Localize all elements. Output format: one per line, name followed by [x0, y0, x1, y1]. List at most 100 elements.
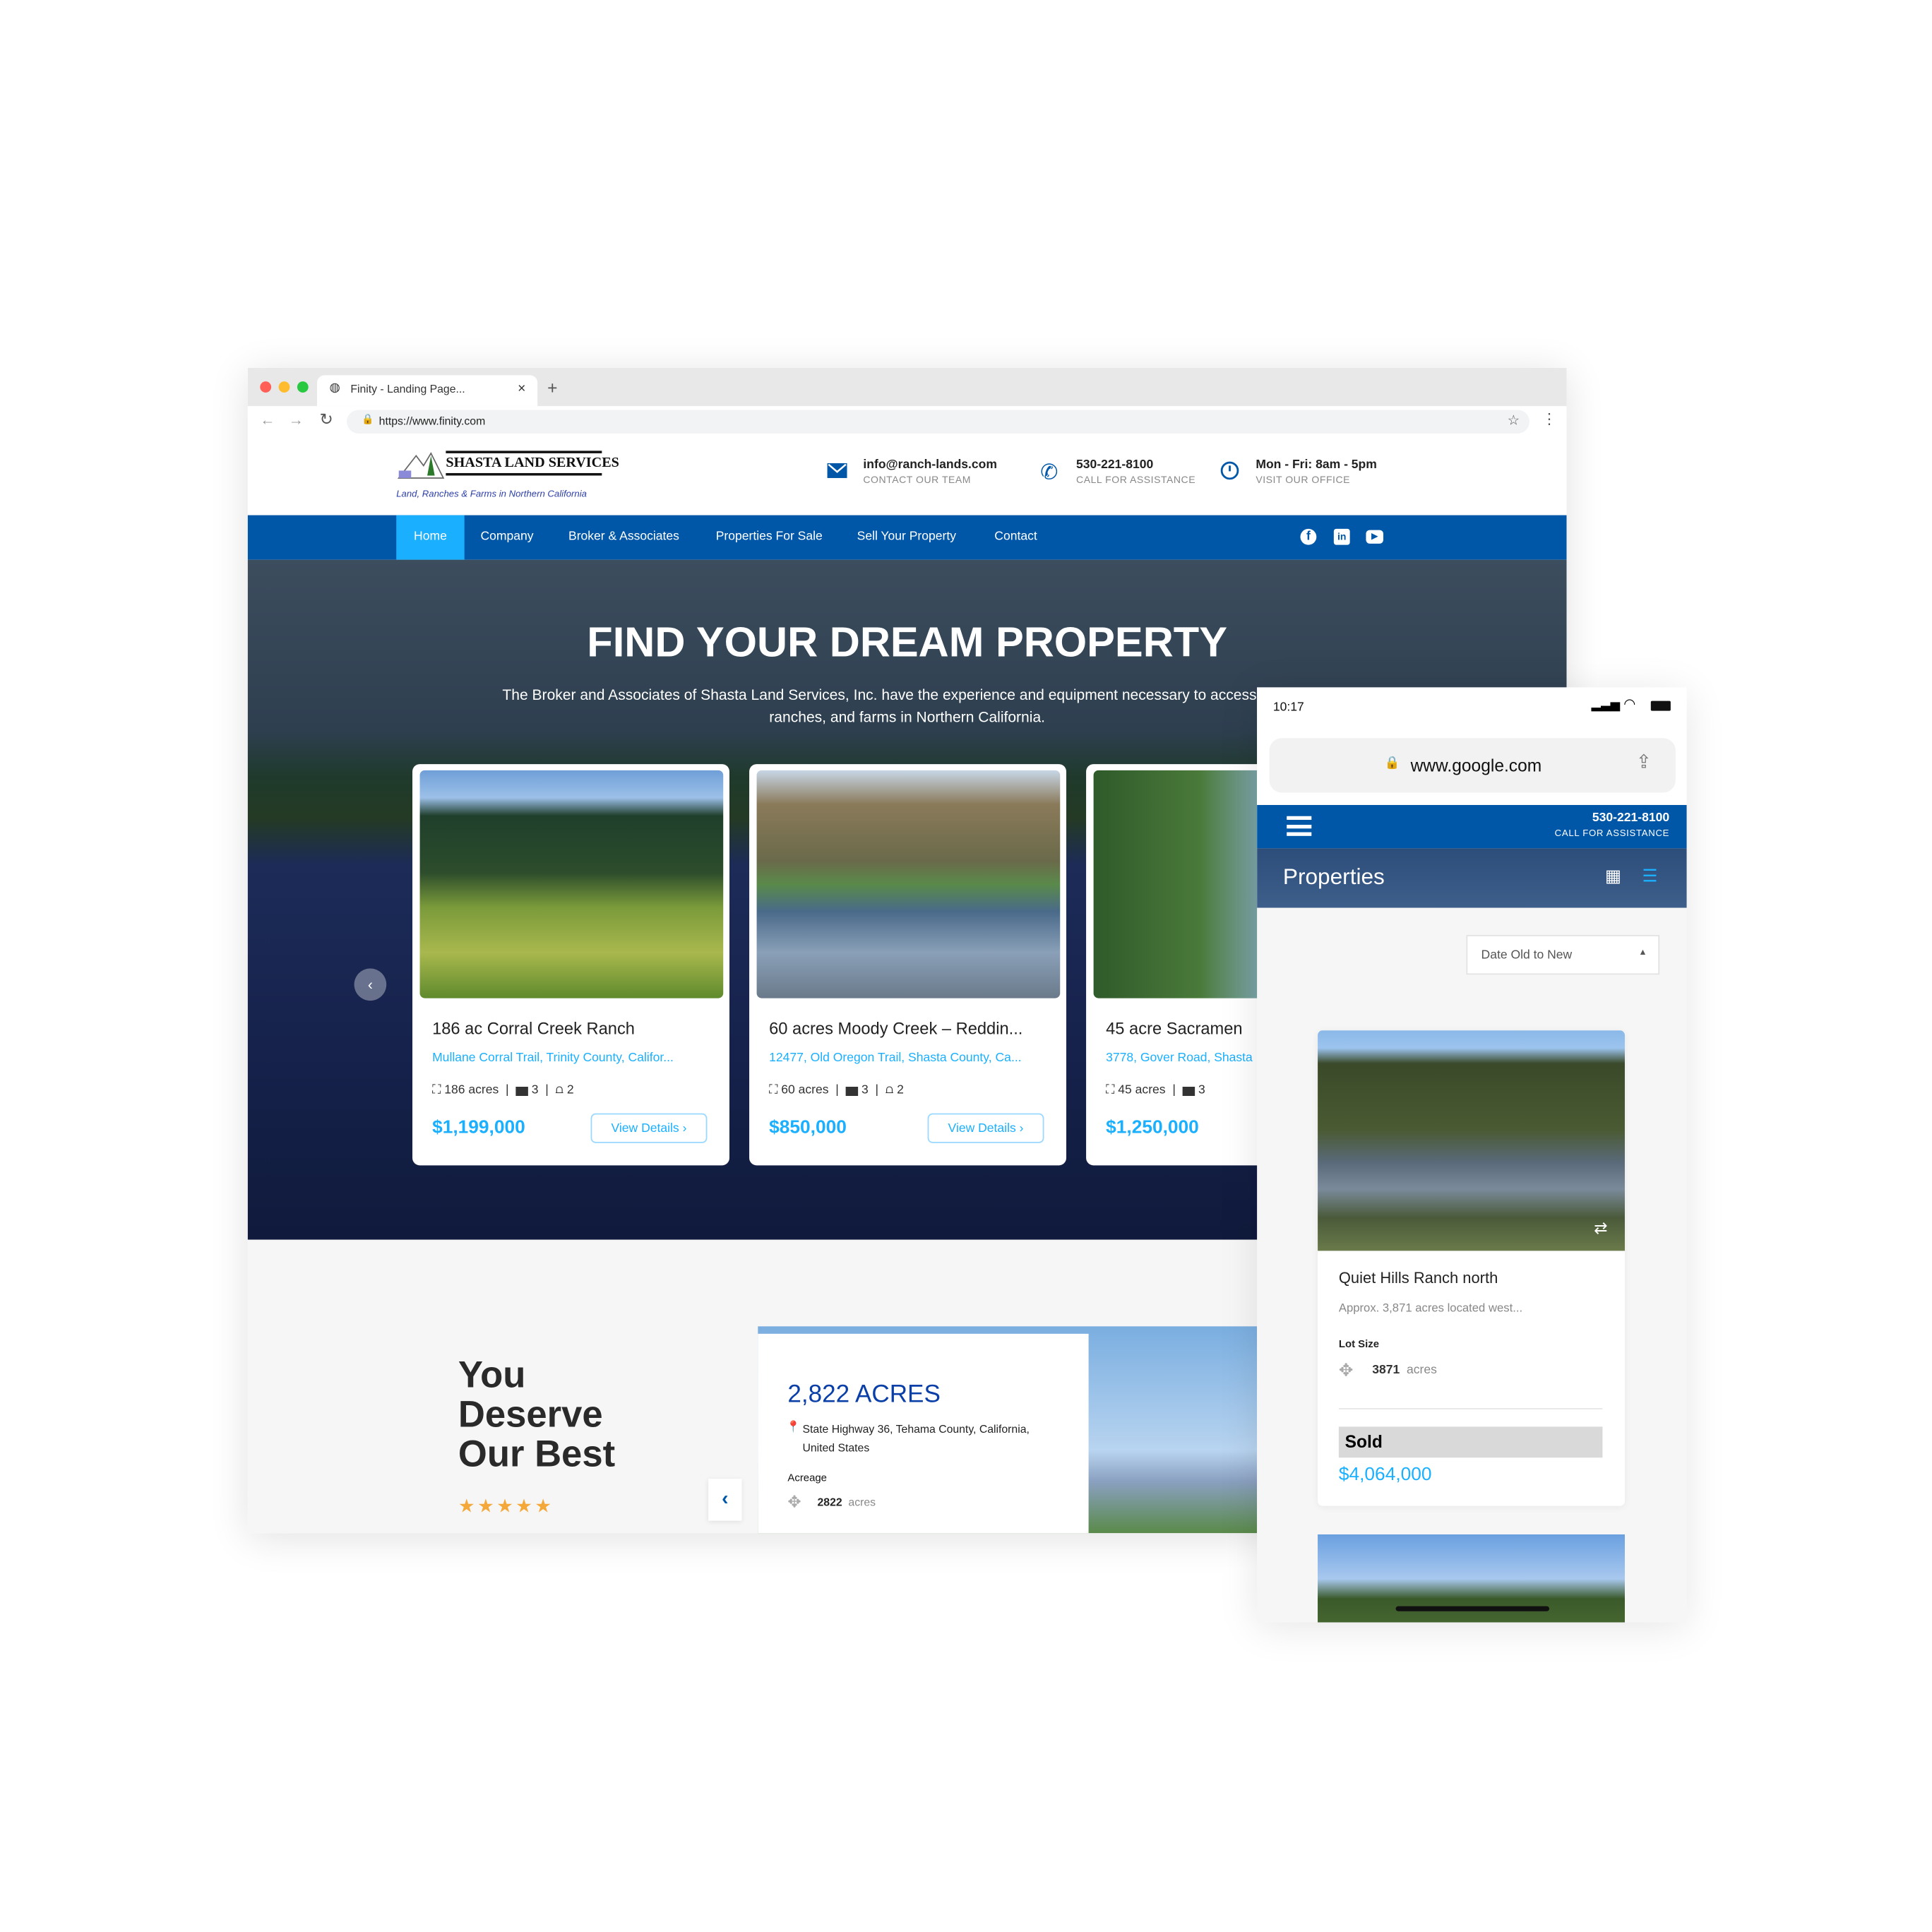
forward-icon[interactable]: →	[289, 411, 304, 429]
property-card[interactable]: 186 ac Corral Creek Ranch Mullane Corral…	[412, 764, 729, 1166]
site-logo[interactable]: SHASTA LAND SERVICES Land, Ranches & Far…	[396, 448, 619, 508]
bed-icon: ▆	[1182, 1083, 1195, 1097]
bed-icon: ▆	[845, 1083, 859, 1097]
lock-icon: 🔒	[362, 413, 374, 425]
property-address: 3778, Gover Road, Shasta	[1106, 1051, 1253, 1066]
tab-bar: ◍ Finity - Landing Page... × +	[247, 367, 1567, 407]
property-address: Mullane Corral Trail, Trinity County, Ca…	[432, 1051, 674, 1066]
grid-view-icon[interactable]: ▦	[1605, 866, 1621, 887]
nav-home[interactable]: Home	[396, 515, 465, 560]
contact-phone[interactable]: ✆ 530-221-8100 CALL FOR ASSISTANCE	[1040, 458, 1195, 486]
sort-dropdown[interactable]: Date Old to New ▲	[1466, 935, 1660, 975]
phone-icon: ✆	[1040, 460, 1059, 484]
hours-value: Mon - Fri: 8am - 5pm	[1256, 458, 1377, 472]
nav-contact[interactable]: Contact	[994, 515, 1037, 560]
acres: 186 acres	[444, 1083, 499, 1097]
sort-value: Date Old to New	[1481, 948, 1573, 962]
heading-line: Our Best	[458, 1433, 616, 1475]
property-photo	[756, 770, 1061, 998]
nav-company[interactable]: Company	[480, 515, 533, 560]
minimize-window-button[interactable]	[278, 381, 290, 393]
hero-subtitle: The Broker and Associates of Shasta Land…	[502, 686, 1312, 726]
acreage-value: 2822	[817, 1496, 842, 1509]
contact-hours: Mon - Fri: 8am - 5pm VISIT OUR OFFICE	[1220, 458, 1377, 486]
compare-arrows-icon[interactable]: ⇄	[1594, 1219, 1607, 1239]
close-tab-icon[interactable]: ×	[518, 381, 525, 396]
contact-email[interactable]: info@ranch-lands.com CONTACT OUR TEAM	[827, 458, 997, 486]
globe-icon: ◍	[329, 381, 340, 395]
property-photo: ⇄	[1318, 1030, 1625, 1251]
mobile-phone-label: CALL FOR ASSISTANCE	[1554, 827, 1670, 839]
youtube-icon[interactable]: ▶	[1366, 530, 1383, 544]
beds: 3	[1198, 1083, 1205, 1097]
new-tab-button[interactable]: +	[547, 378, 557, 398]
baths: 2	[897, 1083, 904, 1097]
view-details-button[interactable]: View Details ›	[927, 1113, 1044, 1143]
signal-icon: ▂▃▅	[1591, 698, 1621, 712]
back-icon[interactable]: ←	[260, 411, 275, 429]
move-arrows-icon: ✥	[1338, 1359, 1354, 1380]
beds: 3	[861, 1083, 869, 1097]
mobile-phone-contact[interactable]: 530-221-8100 CALL FOR ASSISTANCE	[1555, 811, 1669, 839]
properties-header: Properties ▦ ☰	[1257, 848, 1687, 908]
section-heading: You Deserve Our Best	[458, 1356, 615, 1474]
envelope-icon	[827, 463, 847, 478]
rating-stars: ★★★★★	[458, 1496, 554, 1517]
featured-address: State Highway 36, Tehama County, Califor…	[802, 1423, 1030, 1454]
property-title[interactable]: 186 ac Corral Creek Ranch	[432, 1019, 635, 1037]
email-label: CONTACT OUR TEAM	[863, 474, 972, 486]
carousel-prev-button[interactable]: ‹	[354, 968, 387, 1001]
property-meta: ⛶ 60 acres | ▆ 3 | ⩍ 2	[769, 1083, 904, 1097]
property-title[interactable]: 45 acre Sacramen	[1106, 1019, 1242, 1037]
list-view-icon[interactable]: ☰	[1642, 866, 1658, 887]
logo-name: SHASTA LAND SERVICES	[446, 451, 619, 476]
property-title[interactable]: Quiet Hills Ranch north	[1339, 1270, 1498, 1287]
lot-size-unit: acres	[1406, 1363, 1437, 1378]
acres: 45 acres	[1118, 1083, 1166, 1097]
home-indicator	[1395, 1606, 1550, 1611]
site-header: SHASTA LAND SERVICES Land, Ranches & Far…	[247, 438, 1567, 515]
star-bookmark-icon[interactable]: ☆	[1508, 412, 1520, 429]
nav-sell-your-property[interactable]: Sell Your Property	[857, 515, 956, 560]
featured-property-card[interactable]: 2,822 ACRES 📍 State Highway 36, Tehama C…	[758, 1333, 1089, 1534]
featured-title: 2,822 ACRES	[787, 1381, 941, 1409]
property-price: $1,250,000	[1106, 1116, 1199, 1138]
nav-broker-associates[interactable]: Broker & Associates	[568, 515, 679, 560]
mobile-url-field[interactable]: 🔒 www.google.com ⇪	[1269, 738, 1676, 793]
url-text: https://www.finity.com	[378, 415, 486, 428]
property-price: $4,064,000	[1338, 1463, 1432, 1485]
hours-label: VISIT OUR OFFICE	[1256, 474, 1351, 486]
view-details-button[interactable]: View Details ›	[590, 1113, 708, 1143]
logo-mountain-icon	[397, 452, 445, 479]
slider-prev-button[interactable]: ‹	[708, 1479, 742, 1521]
area-icon: ⛶	[1106, 1083, 1115, 1097]
property-description: Approx. 3,871 acres located west...	[1338, 1301, 1523, 1316]
property-price: $850,000	[769, 1116, 847, 1138]
close-window-button[interactable]	[260, 381, 272, 393]
browser-tab[interactable]: ◍ Finity - Landing Page... ×	[316, 375, 538, 407]
linkedin-icon[interactable]: in	[1333, 528, 1350, 545]
hamburger-menu-icon[interactable]	[1287, 816, 1312, 836]
property-card[interactable]: 60 acres Moody Creek – Reddin... 12477, …	[749, 764, 1067, 1166]
maximize-window-button[interactable]	[297, 381, 309, 393]
mobile-url-text: www.google.com	[1410, 755, 1542, 775]
property-price: $1,199,000	[432, 1116, 525, 1138]
properties-title: Properties	[1282, 864, 1385, 890]
url-field[interactable]: 🔒 https://www.finity.com ☆	[347, 410, 1530, 434]
nav-properties-for-sale[interactable]: Properties For Sale	[716, 515, 823, 560]
mobile-property-card[interactable]: ⇄ Quiet Hills Ranch north Approx. 3,871 …	[1318, 1030, 1625, 1506]
reload-icon[interactable]: ↻	[319, 410, 333, 430]
caret-up-icon: ▲	[1638, 948, 1647, 958]
menu-kebab-icon[interactable]: ⋮	[1542, 410, 1556, 428]
share-icon[interactable]: ⇪	[1636, 751, 1652, 773]
property-photo	[419, 770, 724, 998]
facebook-icon[interactable]: f	[1300, 528, 1317, 545]
logo-tagline: Land, Ranches & Farms in Northern Califo…	[396, 487, 587, 499]
lock-icon: 🔒	[1384, 756, 1400, 770]
property-meta: ⛶ 45 acres | ▆ 3	[1106, 1083, 1205, 1097]
property-title[interactable]: 60 acres Moody Creek – Reddin...	[769, 1019, 1022, 1037]
mobile-top-bar: 530-221-8100 CALL FOR ASSISTANCE	[1257, 804, 1687, 849]
tab-title: Finity - Landing Page...	[350, 382, 465, 395]
beds: 3	[531, 1083, 539, 1097]
divider	[1338, 1408, 1603, 1409]
